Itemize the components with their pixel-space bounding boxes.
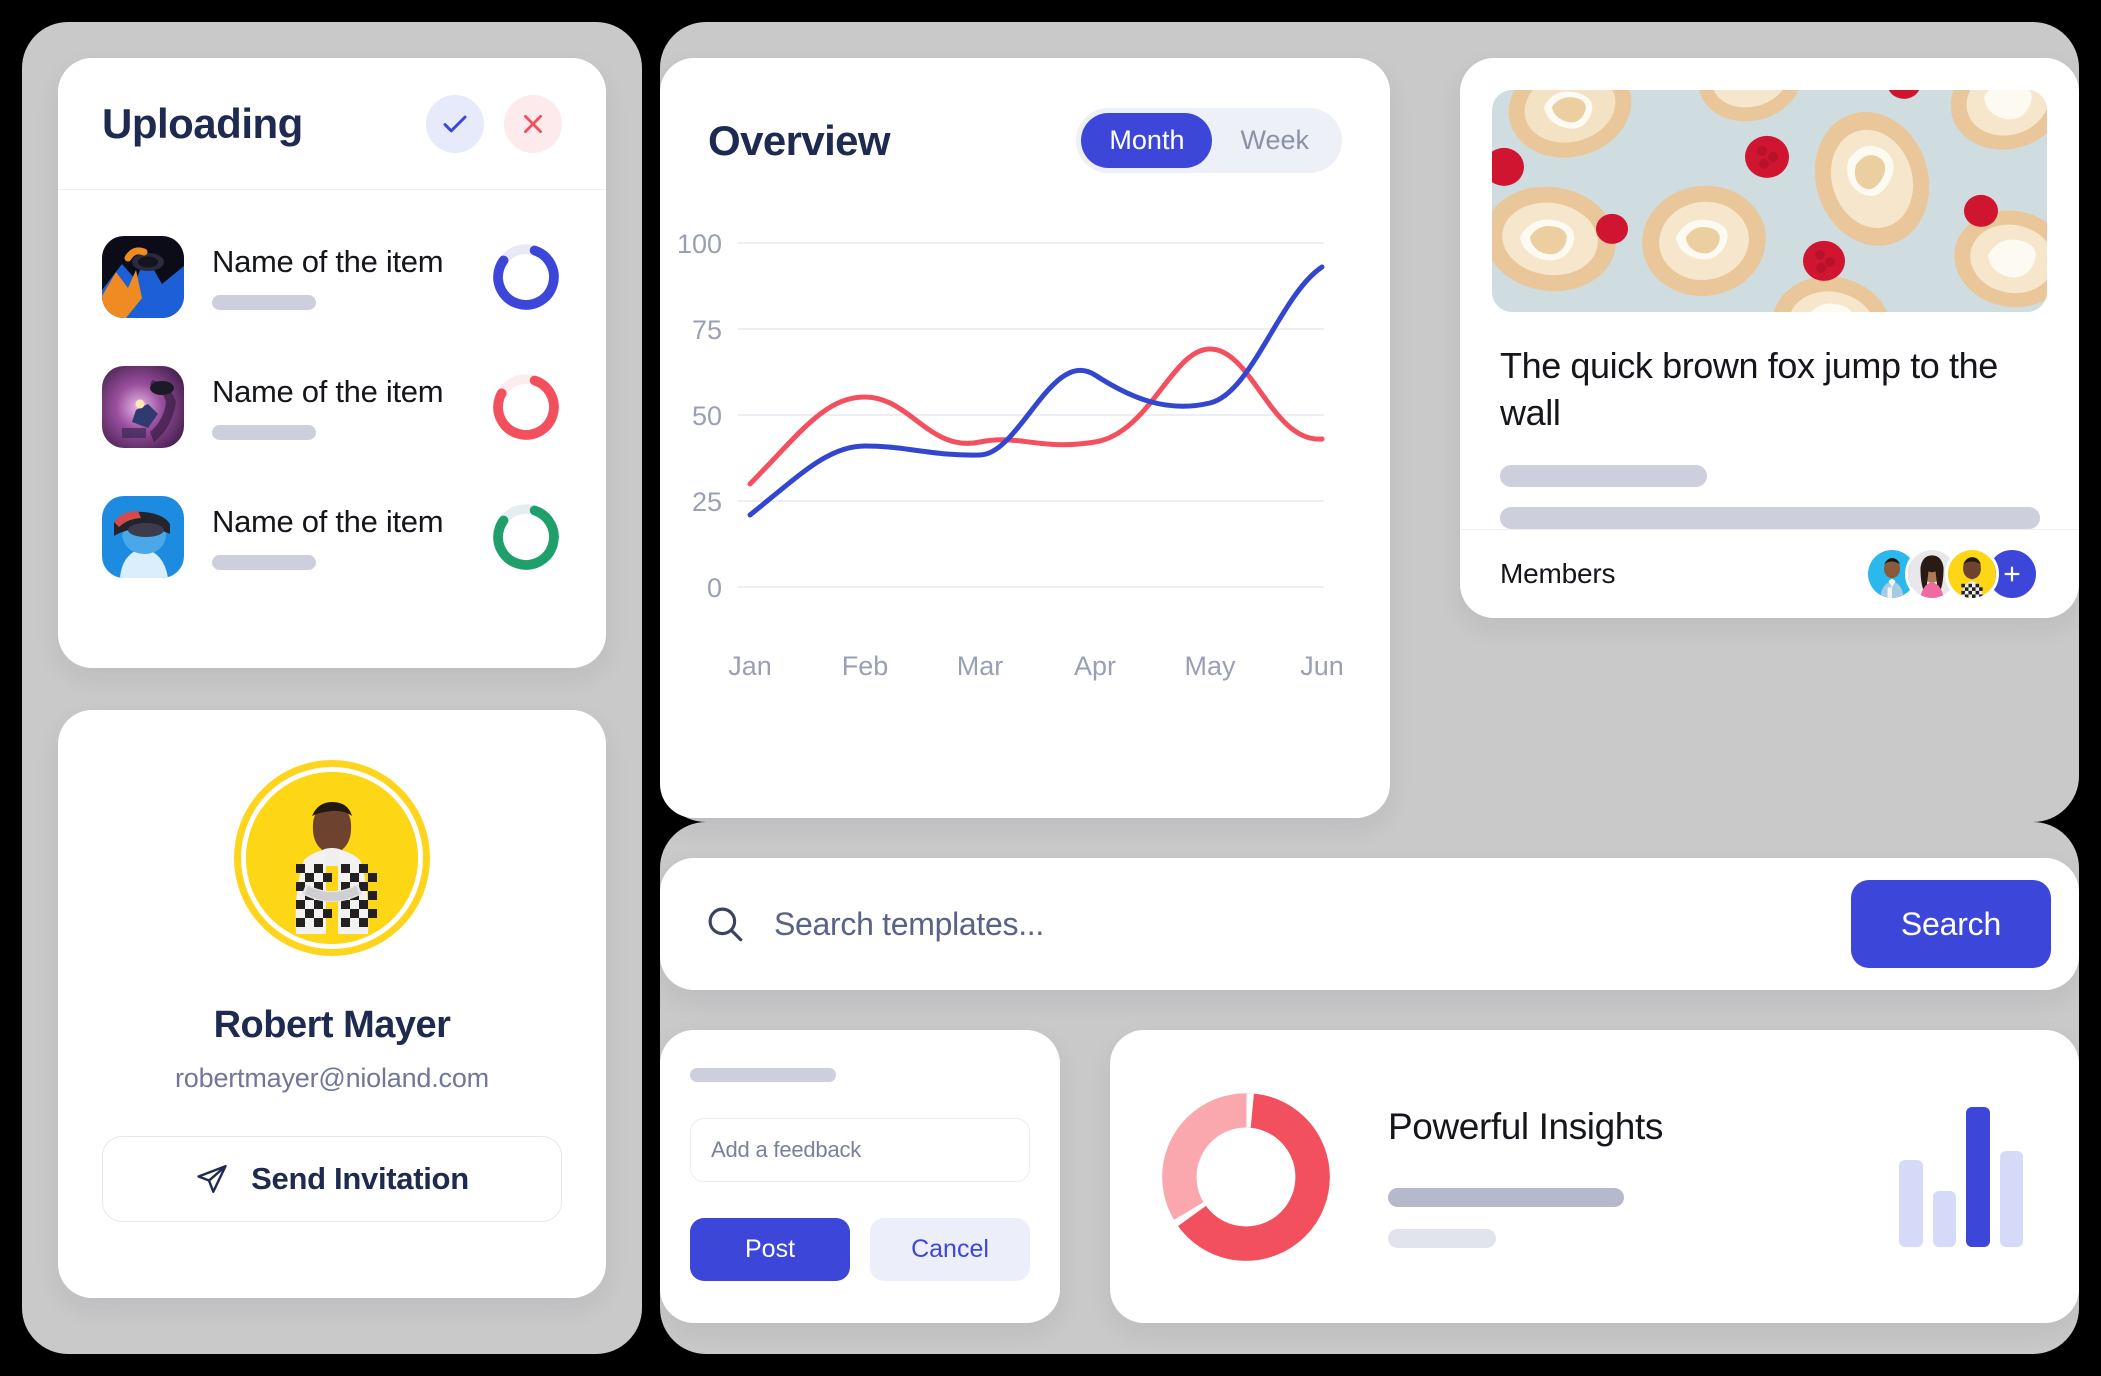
- search-bar-card: Search: [660, 858, 2079, 990]
- svg-text:Feb: Feb: [842, 651, 889, 681]
- screenshot-stage: Uploading Name of the item Name of the i…: [0, 0, 2101, 1376]
- item-meta: Name of the item: [212, 244, 462, 310]
- tab-week[interactable]: Week: [1212, 113, 1337, 168]
- item-subtitle-placeholder: [212, 555, 316, 570]
- uploading-title: Uploading: [102, 99, 303, 147]
- svg-text:May: May: [1184, 651, 1236, 681]
- item-meta: Name of the item: [212, 504, 462, 570]
- avatar: [234, 760, 430, 956]
- send-invitation-label: Send Invitation: [251, 1161, 469, 1196]
- uploading-card: Uploading Name of the item Name of the i…: [58, 58, 606, 668]
- svg-text:Jun: Jun: [1300, 651, 1344, 681]
- article-text-placeholders: [1500, 464, 2040, 529]
- uploading-header: Uploading: [58, 58, 606, 190]
- bar-3: [1966, 1106, 1990, 1247]
- feedback-title-placeholder: [690, 1068, 836, 1082]
- bar-2: [1932, 1190, 1956, 1247]
- list-item[interactable]: Name of the item: [102, 212, 562, 342]
- search-field-wrapper: [704, 903, 1825, 945]
- chart-series-red: [747, 346, 1325, 487]
- avatar-image: [246, 772, 418, 944]
- page-title: Overview: [708, 116, 891, 164]
- svg-text:Mar: Mar: [957, 651, 1004, 681]
- list-item[interactable]: Name of the item: [102, 472, 562, 602]
- profile-card: Robert Mayer robertmayer@nioland.com Sen…: [58, 710, 606, 1298]
- item-meta: Name of the item: [212, 374, 462, 440]
- list-item[interactable]: Name of the item: [102, 342, 562, 472]
- insights-title: Powerful Insights: [1388, 1105, 1663, 1147]
- accept-upload-button[interactable]: [426, 94, 484, 153]
- vr-goggles-blue-thumb: [102, 496, 184, 578]
- svg-text:Jan: Jan: [728, 651, 772, 681]
- vr-gaming-purple-thumb: [102, 366, 184, 448]
- progress-ring: [493, 374, 559, 440]
- svg-text:50: 50: [692, 401, 722, 431]
- insights-card: Powerful Insights: [1110, 1030, 2079, 1323]
- uploading-actions: [426, 94, 562, 153]
- item-name: Name of the item: [212, 374, 444, 409]
- chart-series-blue: [747, 264, 1325, 518]
- bar-4: [1999, 1151, 2023, 1247]
- chart-y-ticks: 100 75 50 25 0: [677, 229, 722, 603]
- svg-text:Apr: Apr: [1074, 651, 1116, 681]
- overview-header: Overview Month Week: [660, 58, 1390, 173]
- range-toggle: Month Week: [1076, 108, 1342, 173]
- svg-text:0: 0: [707, 573, 722, 603]
- svg-text:25: 25: [692, 487, 722, 517]
- vr-headset-orange-blue-thumb: [102, 236, 184, 318]
- svg-text:100: 100: [677, 229, 722, 259]
- search-icon: [708, 907, 743, 942]
- swiss-roll-raspberries-photo: [1492, 90, 2047, 312]
- check-icon: [443, 115, 467, 132]
- plus-icon: [2004, 566, 2020, 582]
- progress-ring: [493, 244, 559, 310]
- send-invitation-button[interactable]: Send Invitation: [102, 1136, 562, 1222]
- article-title: The quick brown fox jump to the wall: [1500, 344, 1998, 434]
- item-name: Name of the item: [212, 244, 444, 279]
- post-button[interactable]: Post: [690, 1218, 850, 1281]
- insights-text-block: Powerful Insights: [1388, 1106, 1845, 1248]
- article-card: The quick brown fox jump to the wall Mem…: [1460, 58, 2079, 618]
- chart-x-ticks: Jan Feb Mar Apr May Jun: [728, 651, 1344, 681]
- text-placeholder-long: [1500, 506, 2040, 529]
- progress-ring: [493, 504, 559, 570]
- article-footer: Members: [1460, 528, 2079, 618]
- search-button[interactable]: Search: [1851, 880, 2051, 968]
- overview-card: Overview Month Week 100 75 50 25 0 Jan F…: [660, 58, 1390, 818]
- item-subtitle-placeholder: [212, 425, 316, 440]
- bar-1: [1899, 1159, 1923, 1247]
- insights-donut-chart: [1162, 1092, 1330, 1261]
- tab-month[interactable]: Month: [1081, 113, 1213, 168]
- feedback-input[interactable]: [690, 1118, 1030, 1182]
- overview-line-chart: 100 75 50 25 0 Jan Feb Mar Apr May Jun: [660, 203, 1390, 763]
- search-input[interactable]: [774, 905, 1825, 943]
- profile-name: Robert Mayer: [213, 1004, 451, 1046]
- insights-bar-chart: [1899, 1106, 2023, 1247]
- send-plane-icon: [197, 1165, 227, 1193]
- feedback-card: Post Cancel: [660, 1030, 1060, 1323]
- member-avatar-group: [1865, 546, 2039, 601]
- reject-upload-button[interactable]: [504, 94, 562, 153]
- item-name: Name of the item: [212, 504, 444, 539]
- members-label: Members: [1500, 557, 1616, 589]
- feedback-actions: Post Cancel: [690, 1218, 1030, 1281]
- svg-text:75: 75: [692, 315, 722, 345]
- upload-item-list: Name of the item Name of the item Name o…: [58, 190, 606, 602]
- insights-placeholder-short: [1388, 1228, 1496, 1248]
- item-subtitle-placeholder: [212, 295, 316, 310]
- profile-email: robertmayer@nioland.com: [175, 1063, 489, 1093]
- text-placeholder-short: [1500, 464, 1707, 487]
- avatar[interactable]: [1945, 546, 1999, 601]
- insights-placeholder-long: [1388, 1187, 1624, 1207]
- cancel-button[interactable]: Cancel: [870, 1218, 1030, 1281]
- close-icon: [524, 114, 542, 133]
